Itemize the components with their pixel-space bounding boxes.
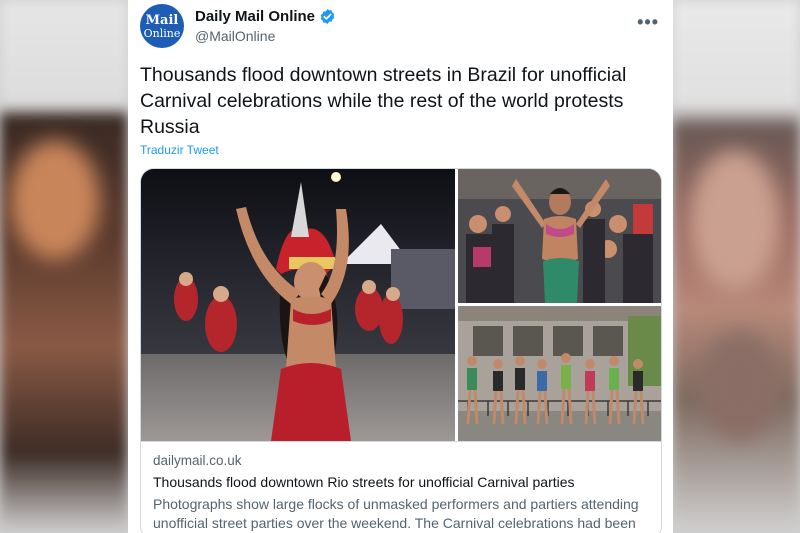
background-blob (10, 140, 100, 260)
tweet-header: Mail Online Daily Mail Online @MailOnlin… (140, 4, 661, 52)
photo-street-crowd[interactable] (458, 169, 661, 303)
account-handle[interactable]: @MailOnline (195, 28, 275, 44)
photo-street-party-image (458, 306, 661, 441)
link-preview-card[interactable]: dailymail.co.uk Thousands flood downtown… (140, 168, 662, 533)
avatar-text-line1: Mail (145, 12, 179, 28)
background-left-blur (0, 0, 128, 533)
photo-street-party[interactable] (458, 306, 661, 441)
photo-carnival-dancer-image (141, 169, 455, 441)
photo-carnival-dancer[interactable] (141, 169, 455, 441)
link-description: Photographs show large flocks of unmaske… (153, 496, 639, 531)
link-domain: dailymail.co.uk (153, 453, 242, 468)
link-title: Thousands flood downtown Rio streets for… (153, 474, 575, 490)
avatar-text-line2: Online (143, 26, 181, 40)
photo-street-crowd-image (458, 169, 661, 303)
tweet-text: Thousands flood downtown streets in Braz… (140, 64, 627, 138)
more-options-icon[interactable]: ••• (637, 12, 659, 33)
display-name[interactable]: Daily Mail Online (195, 8, 315, 25)
translate-tweet-link[interactable]: Traduzir Tweet (140, 143, 219, 157)
name-row: Daily Mail Online (195, 8, 336, 25)
background-blob (690, 150, 780, 290)
tweet-card: Mail Online Daily Mail Online @MailOnlin… (128, 0, 673, 533)
link-info[interactable]: dailymail.co.uk Thousands flood downtown… (141, 441, 661, 533)
verified-badge-icon (320, 9, 335, 24)
photo-grid[interactable] (141, 169, 661, 441)
background-blob (700, 330, 780, 440)
avatar[interactable]: Mail Online (140, 4, 184, 48)
